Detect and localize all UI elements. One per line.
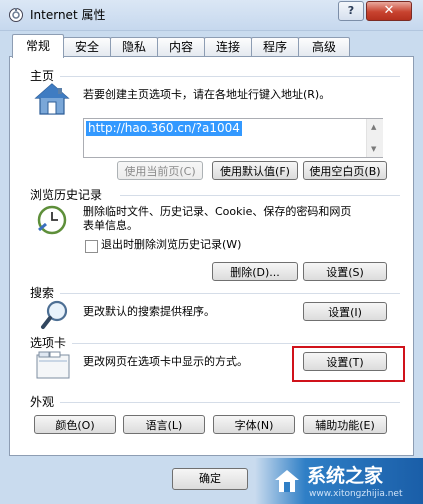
history-description-line2: 表单信息。: [83, 219, 138, 232]
history-section-label: 浏览历史记录: [30, 188, 103, 202]
colors-button[interactable]: 颜色(O): [34, 415, 116, 434]
delete-on-exit-checkbox[interactable]: [85, 240, 98, 253]
use-current-button[interactable]: 使用当前页(C): [117, 161, 203, 180]
tabbed-window-icon: [36, 351, 70, 379]
close-button[interactable]: ✕: [366, 1, 412, 21]
tab-programs[interactable]: 程序: [251, 37, 299, 57]
brand-logo-icon: [275, 470, 299, 492]
tab-connections[interactable]: 连接: [204, 37, 252, 57]
divider: [72, 343, 400, 344]
window-title: Internet 属性: [30, 8, 106, 22]
home-url-value: http://hao.360.cn/?a1004: [86, 121, 242, 136]
scroll-up-icon: ▲: [371, 123, 377, 131]
divider: [60, 402, 400, 403]
search-description: 更改默认的搜索提供程序。: [83, 305, 215, 318]
history-description-line1: 删除临时文件、历史记录、Cookie、保存的密码和网页: [83, 205, 352, 218]
tab-general[interactable]: 常规: [12, 34, 64, 58]
tabs-section-label: 选项卡: [30, 336, 67, 350]
watermark: 系统之家 www.xitongzhijia.net: [255, 458, 423, 504]
divider: [60, 76, 400, 77]
use-blank-button[interactable]: 使用空白页(B): [303, 161, 387, 180]
history-settings-button[interactable]: 设置(S): [303, 262, 387, 281]
accessibility-button[interactable]: 辅助功能(E): [303, 415, 387, 434]
general-tab-panel: 主页 若要创建主页选项卡，请在各地址行键入地址(R)。 http://hao.3…: [9, 56, 414, 456]
history-clock-icon: [37, 205, 67, 235]
search-settings-button[interactable]: 设置(I): [303, 302, 387, 321]
home-url-scrollbar[interactable]: ▲ ▼: [366, 119, 383, 157]
ok-button[interactable]: 确定: [172, 468, 248, 490]
divider: [60, 293, 400, 294]
help-button[interactable]: ?: [338, 1, 364, 21]
delete-on-exit-label: 退出时删除浏览历史记录(W): [101, 238, 242, 251]
magnifier-icon: [41, 300, 68, 329]
use-default-button[interactable]: 使用默认值(F): [212, 161, 298, 180]
languages-button[interactable]: 语言(L): [123, 415, 205, 434]
title-bar: Internet 属性 ? ✕: [0, 0, 423, 31]
watermark-url: www.xitongzhijia.net: [309, 489, 403, 499]
tab-privacy[interactable]: 隐私: [110, 37, 158, 57]
tab-advanced[interactable]: 高级: [298, 37, 350, 57]
tab-content[interactable]: 内容: [157, 37, 205, 57]
appearance-section-label: 外观: [30, 395, 55, 409]
home-description: 若要创建主页选项卡，请在各地址行键入地址(R)。: [83, 88, 331, 101]
fonts-button[interactable]: 字体(N): [213, 415, 295, 434]
tab-security[interactable]: 安全: [63, 37, 111, 57]
highlight-annotation: [292, 346, 405, 382]
delete-history-button[interactable]: 删除(D)...: [212, 262, 298, 281]
internet-options-icon: [9, 8, 23, 22]
tabs-description: 更改网页在选项卡中显示的方式。: [83, 355, 248, 368]
home-url-field[interactable]: http://hao.360.cn/?a1004 ▲ ▼: [83, 118, 383, 158]
divider: [120, 195, 400, 196]
house-icon: [34, 83, 70, 115]
scroll-down-icon: ▼: [371, 145, 377, 153]
watermark-brand: 系统之家: [307, 465, 384, 487]
